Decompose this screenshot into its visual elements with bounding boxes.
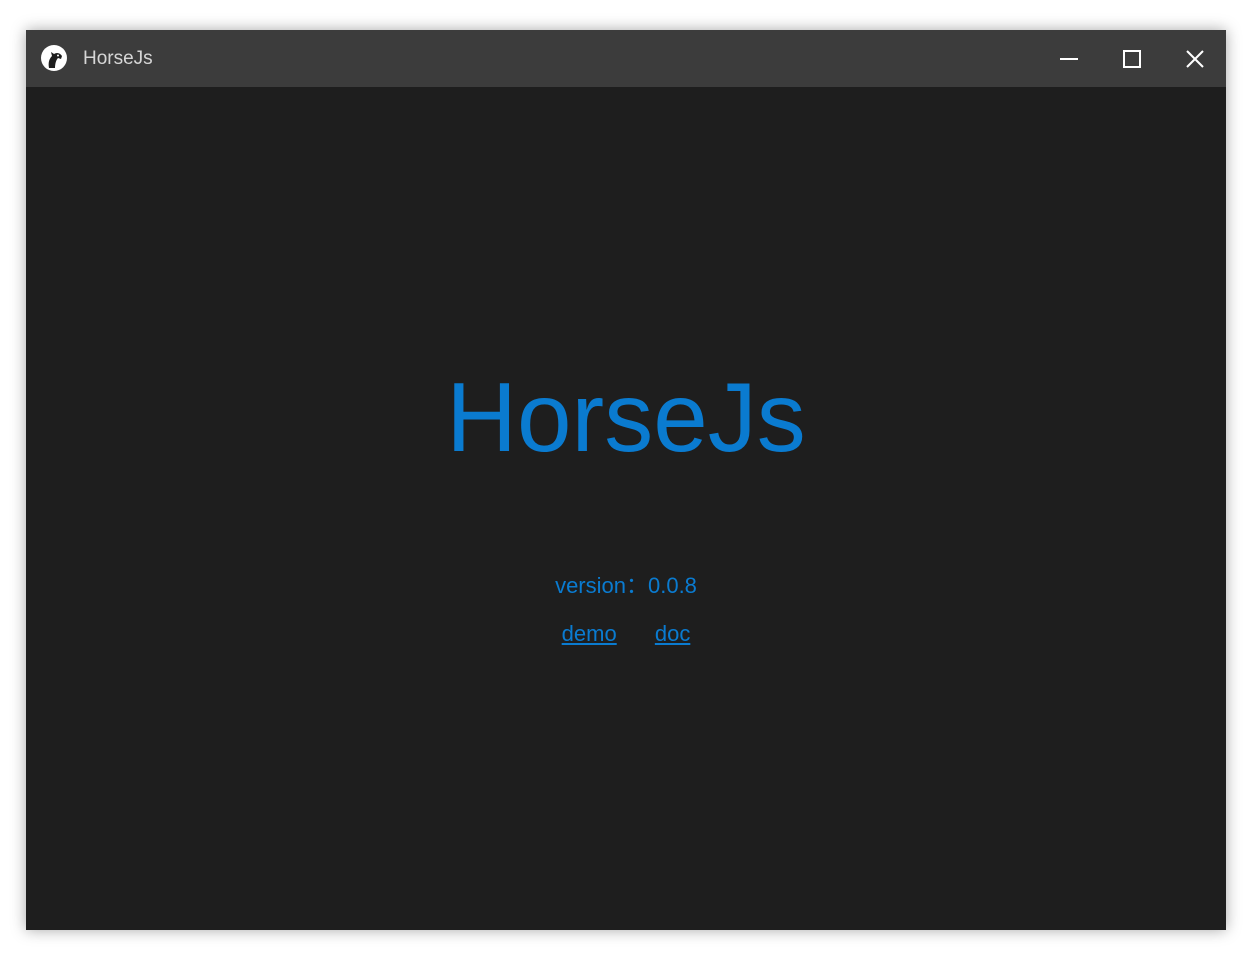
close-button[interactable]: [1164, 30, 1226, 87]
version-value: 0.0.8: [647, 573, 697, 598]
main-content: HorseJs version：0.0.8 demo doc: [26, 87, 1226, 930]
maximize-button[interactable]: [1101, 30, 1163, 87]
title-bar[interactable]: HorseJs: [26, 30, 1226, 87]
version-info: version：0.0.8: [26, 571, 1226, 601]
minimize-icon: [1060, 57, 1078, 60]
close-icon: [1186, 49, 1204, 68]
doc-link[interactable]: doc: [655, 621, 690, 646]
hero-title: HorseJs: [446, 362, 806, 472]
demo-link[interactable]: demo: [562, 621, 617, 646]
app-window: HorseJs HorseJs version：0.0.8 demo doc: [26, 30, 1226, 930]
window-title: HorseJs: [83, 48, 153, 69]
links-row: demo doc: [26, 619, 1226, 649]
minimize-button[interactable]: [1038, 30, 1100, 87]
version-label: version：: [555, 573, 648, 598]
horse-logo-icon: [40, 44, 68, 72]
maximize-icon: [1123, 49, 1141, 68]
